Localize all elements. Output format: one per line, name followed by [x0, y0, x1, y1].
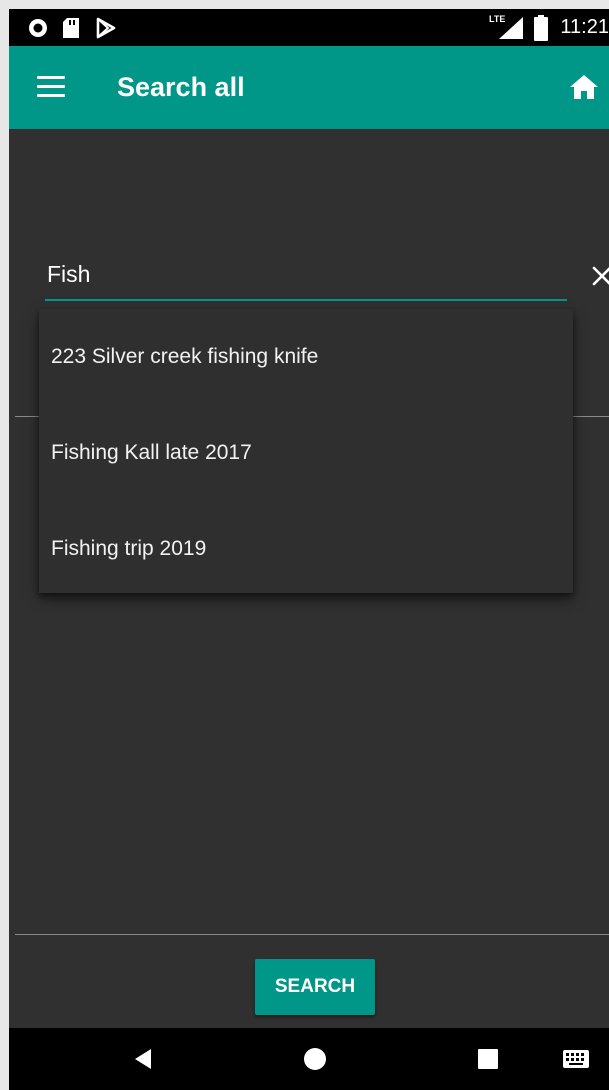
keyboard-icon[interactable] [563, 1050, 589, 1073]
home-icon[interactable] [569, 73, 599, 101]
autocomplete-dropdown: 223 Silver creek fishing knife Fishing K… [39, 309, 573, 593]
suggestion-item[interactable]: Fishing Kall late 2017 [39, 405, 573, 501]
navigation-bar [9, 1028, 609, 1090]
battery-icon [534, 9, 548, 46]
search-button[interactable]: SEARCH [255, 959, 375, 1015]
app-screen: LTE 11:21 Search all 223 Silver creek fi… [9, 9, 609, 1090]
home-circle-icon[interactable] [303, 1047, 327, 1076]
divider-right [573, 416, 609, 417]
suggestion-item[interactable]: Fishing trip 2019 [39, 501, 573, 597]
status-time: 11:21 [560, 16, 609, 38]
search-input[interactable] [45, 249, 567, 301]
status-bar: LTE 11:21 [9, 9, 609, 46]
bottom-divider [15, 934, 609, 935]
back-icon[interactable] [133, 1048, 153, 1075]
play-store-icon [95, 9, 117, 46]
app-bar: Search all [9, 46, 609, 129]
suggestion-item[interactable]: 223 Silver creek fishing knife [39, 309, 573, 405]
record-icon [27, 9, 49, 46]
menu-icon[interactable] [37, 76, 65, 98]
close-icon[interactable] [591, 265, 609, 287]
recents-icon[interactable] [477, 1048, 499, 1075]
sd-card-icon [61, 9, 81, 46]
page-title: Search all [117, 72, 245, 102]
lte-signal-icon: LTE [489, 9, 527, 46]
network-type-label: LTE [489, 14, 506, 24]
